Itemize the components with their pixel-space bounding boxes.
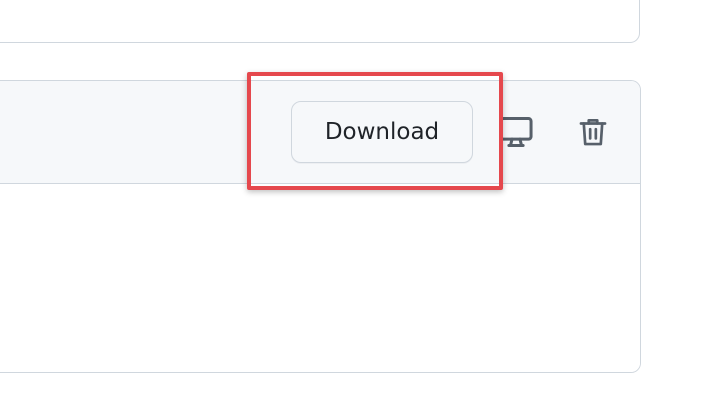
file-card: Download [0,80,641,373]
trash-icon [576,115,610,149]
card-body [0,184,640,372]
desktop-view-button[interactable] [493,109,539,155]
download-button-label: Download [324,119,440,145]
previous-card [0,0,640,43]
download-button[interactable]: Download [291,101,473,163]
card-header: Download [0,81,640,184]
monitor-icon [497,113,535,151]
viewport: Download [0,0,717,420]
delete-button[interactable] [570,109,616,155]
